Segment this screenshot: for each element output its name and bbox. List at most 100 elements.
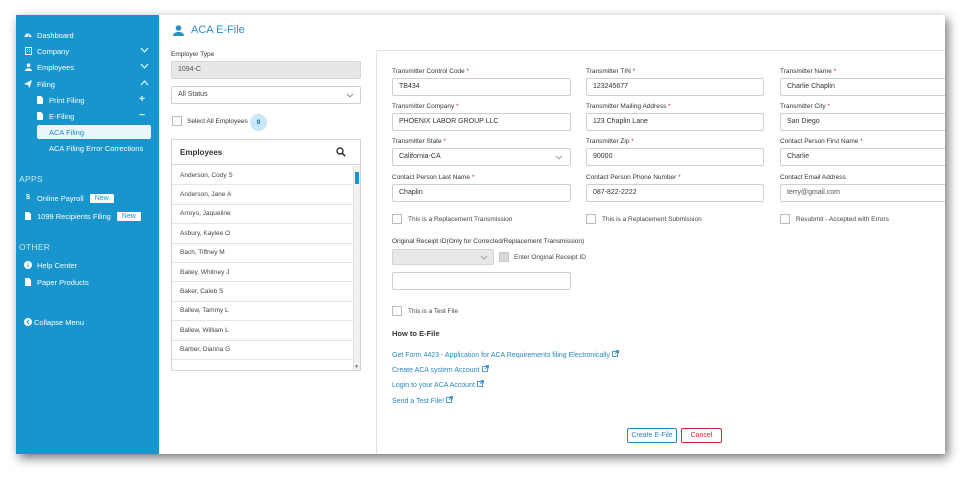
create-aca-account-link[interactable]: Create ACA system Account (392, 365, 489, 374)
list-item[interactable]: Anderson, Jane A (172, 185, 354, 205)
sidebar-item-dashboard[interactable]: Dashboard (16, 28, 159, 42)
scroll-down-icon[interactable]: ▼ (354, 364, 359, 370)
email-input[interactable]: terry@gmail.com (780, 184, 945, 202)
external-link-icon (446, 396, 453, 405)
control-code-label: Transmitter Control Code * (392, 68, 470, 75)
sidebar-item-company[interactable]: Company (16, 44, 159, 58)
select-all-label: Select All Employees (187, 118, 248, 125)
document-icon (24, 278, 32, 286)
sidebar-item-online-payroll[interactable]: $ Online Payroll New (16, 191, 159, 205)
receipt-id-input[interactable] (392, 272, 571, 290)
employee-rows: Anderson, Cody S Anderson, Jane A Arroyo… (172, 166, 354, 360)
zip-input[interactable]: 90000 (586, 148, 764, 166)
chevron-up-icon (140, 79, 149, 88)
phone-input[interactable]: 087-822-2222 (586, 184, 764, 202)
select-all-checkbox[interactable] (172, 116, 182, 126)
list-item[interactable]: Asbury, Kaylee O (172, 224, 354, 244)
mailing-address-input[interactable]: 123 Chaplin Lane (586, 113, 764, 131)
plus-icon: + (139, 94, 145, 105)
collapse-menu-button[interactable]: Collapse Menu (16, 315, 159, 329)
create-e-file-button[interactable]: Create E-File (627, 428, 677, 443)
receipt-id-select (392, 249, 494, 265)
transmitter-name-input[interactable]: Charlie Chaplin (780, 78, 945, 96)
first-name-input[interactable]: Charlie (780, 148, 945, 166)
sidebar-item-filing[interactable]: Filing (16, 77, 159, 91)
chevron-down-icon (346, 90, 354, 102)
sidebar-item-print-filing[interactable]: Print Filing + (16, 93, 159, 107)
document-icon (36, 112, 44, 120)
section-title-other: OTHER (19, 242, 51, 252)
resubmit-label: Resubmit - Accepted with Errors (796, 216, 889, 223)
city-input[interactable]: San Diego (780, 113, 945, 131)
dollar-icon: $ (26, 194, 30, 201)
list-item[interactable]: Bach, Tiffney M (172, 244, 354, 263)
building-icon (24, 47, 32, 55)
status-filter-select[interactable]: All Status (171, 86, 361, 104)
new-badge: New (89, 193, 114, 203)
document-icon (36, 96, 44, 104)
paper-plane-icon (24, 80, 32, 88)
page-title: ACA E-File (173, 24, 245, 36)
test-file-label: This is a Test File (408, 308, 459, 315)
list-item[interactable]: Barber, Dianna G (172, 341, 354, 360)
collapse-arrow-icon (24, 318, 32, 326)
list-item[interactable]: Arroyo, Jaqueline (172, 205, 354, 225)
tin-label: Transmitter TIN * (586, 68, 636, 75)
info-icon (24, 261, 32, 269)
list-item[interactable]: Baker, Caleb S (172, 282, 354, 302)
transmitter-name-label: Transmitter Name * (780, 68, 837, 75)
employee-list-scrollbar[interactable]: ▼ (353, 166, 360, 370)
list-item[interactable]: Ballew, William L (172, 321, 354, 341)
how-to-title: How to E-File (392, 329, 440, 338)
replacement-submission-label: This is a Replacement Submission (602, 216, 702, 223)
city-label: Transmitter City * (780, 103, 830, 110)
enter-receipt-label: Enter Original Receipt ID (514, 254, 586, 261)
list-item[interactable]: Ballew, Tammy L (172, 302, 354, 322)
last-name-input[interactable]: Chaplin (392, 184, 571, 202)
sidebar-item-paper-products[interactable]: Paper Products (16, 275, 159, 289)
sidebar-item-help-center[interactable]: Help Center (16, 258, 159, 272)
employee-list-header: Employees (172, 140, 360, 165)
form-4423-link[interactable]: Get Form 4423 - Application for ACA Requ… (392, 350, 619, 359)
tin-input[interactable]: 123245677 (586, 78, 764, 96)
replacement-submission-checkbox[interactable] (586, 214, 596, 224)
zip-label: Transmitter Zip * (586, 138, 634, 145)
employer-type-label: Employer Type (171, 51, 215, 58)
state-label: Transmitter State * (392, 138, 446, 145)
resubmit-checkbox[interactable] (780, 214, 790, 224)
phone-label: Contact Person Phone Number * (586, 174, 681, 181)
dashboard-icon (24, 31, 32, 39)
company-input[interactable]: PHOENIX LABOR GROUP LLC (392, 113, 571, 131)
external-link-icon (476, 380, 484, 389)
section-title-apps: APPS (19, 174, 43, 184)
scrollbar-thumb[interactable] (355, 172, 359, 184)
last-name-label: Contact Person Last Name * (392, 174, 475, 181)
sidebar-item-1099-recipients-filing[interactable]: 1099 Recipients Filing New (16, 209, 159, 223)
employee-list: Employees Anderson, Cody S Anderson, Jan… (171, 139, 361, 371)
list-item[interactable]: Anderson, Cody S (172, 166, 354, 186)
selected-count-badge: 0 (250, 114, 267, 131)
mailing-address-label: Transmitter Mailing Address * (586, 103, 671, 110)
employee-panel: ACA E-File Employer Type 1094-C All Stat… (159, 15, 376, 454)
new-badge: New (116, 211, 141, 221)
state-select[interactable]: California-CA (392, 148, 571, 166)
test-file-checkbox[interactable] (392, 306, 402, 316)
sidebar-item-employees[interactable]: Employees (16, 60, 159, 74)
transmitter-form: Transmitter Control Code * TB434 Transmi… (376, 50, 945, 454)
send-test-file-link[interactable]: Send a Test File! (392, 396, 453, 405)
replacement-transmission-checkbox[interactable] (392, 214, 402, 224)
sidebar-item-aca-filing-error-corrections[interactable]: ACA Filing Error Corrections (16, 141, 159, 155)
search-icon[interactable] (336, 147, 346, 159)
sidebar-item-e-filing[interactable]: E-Filing − (16, 109, 159, 123)
app-window: Dashboard Company Employees Filing Print… (16, 15, 945, 454)
document-icon (24, 212, 32, 220)
sidebar-item-aca-filing[interactable]: ACA Filing (37, 125, 151, 139)
control-code-input[interactable]: TB434 (392, 78, 571, 96)
enter-receipt-checkbox[interactable] (499, 252, 509, 262)
receipt-id-label: Original Receipt ID(Only for Corrected/R… (392, 238, 585, 245)
cancel-button[interactable]: Cancel (681, 428, 722, 443)
employer-type-field: 1094-C (171, 61, 361, 79)
login-aca-account-link[interactable]: Login to your ACA Account (392, 380, 484, 389)
chevron-down-icon (140, 62, 149, 71)
list-item[interactable]: Bailey, Whitney J (172, 263, 354, 283)
